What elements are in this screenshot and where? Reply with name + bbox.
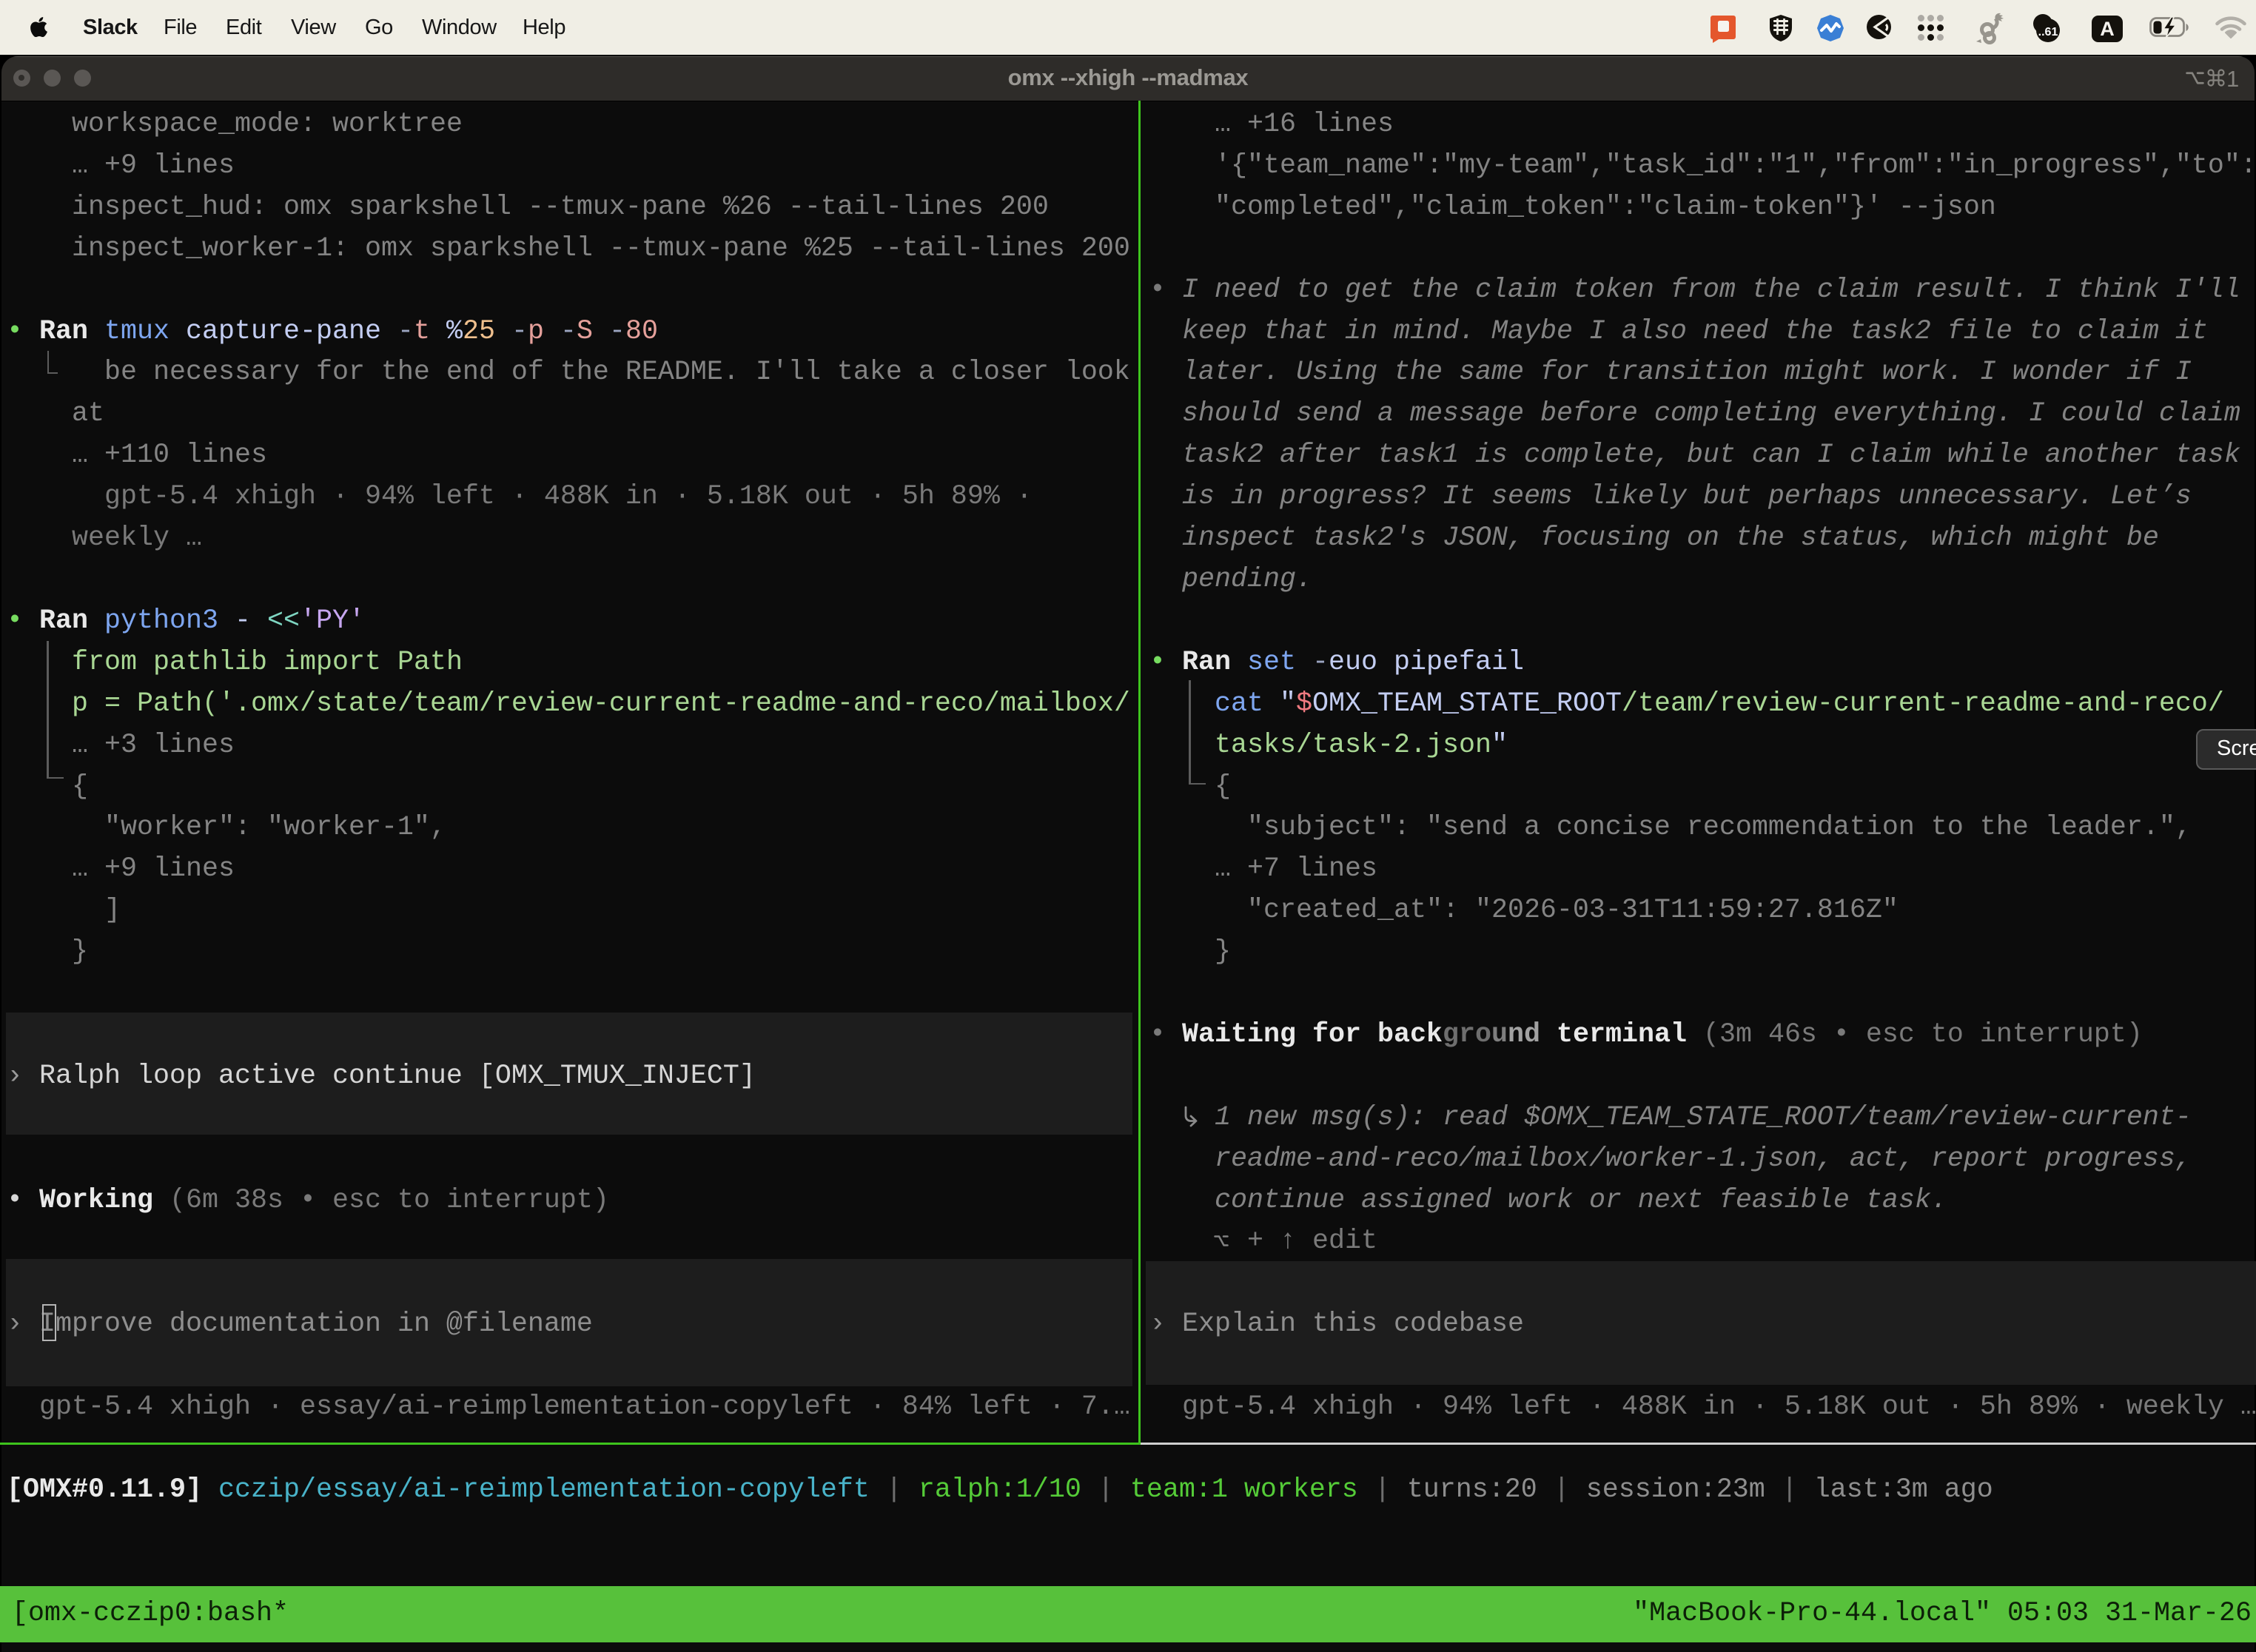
svg-text:..61: ..61	[2038, 26, 2058, 38]
